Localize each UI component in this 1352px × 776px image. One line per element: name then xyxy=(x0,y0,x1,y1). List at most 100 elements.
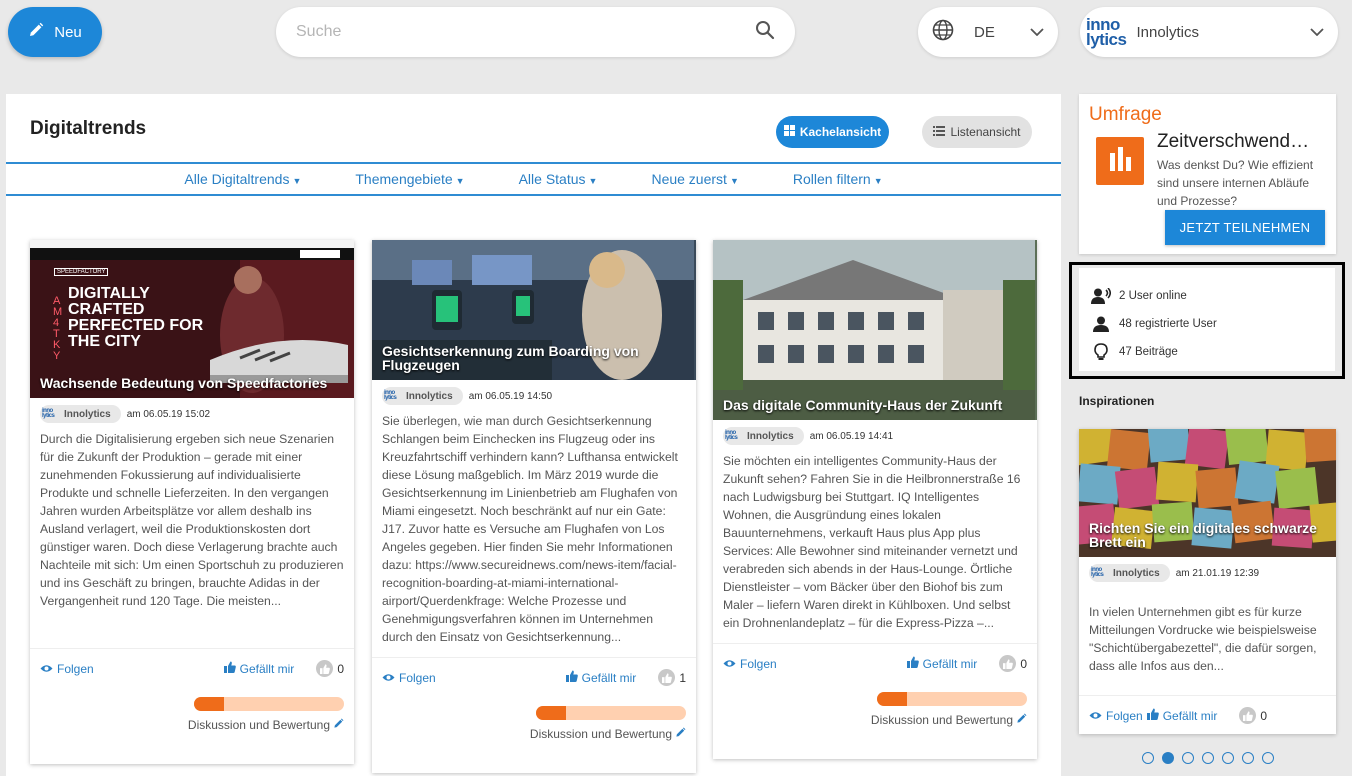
community-stats: 2 User online 48 registrierte User 47 Be… xyxy=(1069,262,1345,379)
discussion-link[interactable]: Diskussion und Bewertung xyxy=(530,727,686,741)
filter-sort[interactable]: Neue zuerst ▼ xyxy=(624,171,765,187)
chevron-down-icon xyxy=(1310,23,1324,41)
carousel-dot[interactable] xyxy=(1182,752,1194,764)
author-badge[interactable]: inno lytics Innolytics xyxy=(40,405,121,423)
author-badge[interactable]: inno lytics Innolytics xyxy=(382,387,463,405)
trend-card[interactable]: Das digitale Community-Haus der Zukunft … xyxy=(713,240,1037,759)
like-button[interactable]: Gefällt mir xyxy=(1146,708,1217,723)
card-meta: inno lytics Innolytics am 06.05.19 14:50 xyxy=(372,380,696,412)
filter-status[interactable]: Alle Status ▼ xyxy=(492,171,625,187)
card-image-speedfactory[interactable]: SPEEDFACTORY AM4TKY DIGITALLY CRAFTED PE… xyxy=(30,240,354,398)
rating-progress-fill xyxy=(536,706,566,720)
discussion-link[interactable]: Diskussion und Bewertung xyxy=(871,713,1027,727)
author-name: Innolytics xyxy=(747,430,794,442)
post-date: am 06.05.19 15:02 xyxy=(126,408,211,420)
rating-progress-fill xyxy=(194,697,224,711)
inspiration-title[interactable]: Richten Sie ein digitales schwarze Brett… xyxy=(1089,521,1326,549)
card-title[interactable]: Gesichtserkennung zum Boarding von Flugz… xyxy=(382,344,686,372)
card-meta: inno lytics Innolytics am 06.05.19 14:41 xyxy=(713,420,1037,452)
organization-selector[interactable]: inno lytics Innolytics xyxy=(1080,7,1338,57)
follow-button[interactable]: Folgen xyxy=(40,662,94,676)
grid-icon xyxy=(783,125,795,139)
list-view-button[interactable]: Listenansicht xyxy=(922,116,1032,148)
rating-progress xyxy=(536,706,686,720)
chevron-down-icon xyxy=(1030,23,1044,41)
user-online-icon xyxy=(1091,288,1111,304)
thumbs-up-icon xyxy=(223,661,236,676)
pencil-icon xyxy=(28,22,44,42)
filter-roles[interactable]: Rollen filtern ▼ xyxy=(766,171,910,187)
rating-progress xyxy=(194,697,344,711)
caret-down-icon: ▼ xyxy=(588,176,598,186)
follow-button[interactable]: Folgen xyxy=(382,671,436,685)
carousel-dot[interactable] xyxy=(1142,752,1154,764)
like-button[interactable]: Gefällt mir xyxy=(223,661,294,676)
caret-down-icon: ▼ xyxy=(873,176,883,186)
author-name: Innolytics xyxy=(406,390,453,402)
like-button[interactable]: Gefällt mir xyxy=(565,670,636,685)
caret-down-icon: ▼ xyxy=(455,176,465,186)
eye-icon xyxy=(723,657,736,671)
tile-view-button[interactable]: Kachelansicht xyxy=(776,116,889,148)
eye-icon xyxy=(382,671,395,685)
thumbs-up-icon xyxy=(999,655,1017,672)
language-selector[interactable]: DE xyxy=(918,7,1058,57)
card-actions: Folgen Gefällt mir 0 xyxy=(713,643,1037,683)
discussion-link[interactable]: Diskussion und Bewertung xyxy=(188,718,344,732)
carousel-dot[interactable] xyxy=(1202,752,1214,764)
trend-card[interactable]: Gesichtserkennung zum Boarding von Flugz… xyxy=(372,240,696,773)
innolytics-logo: inno lytics xyxy=(725,429,738,441)
card-description: Durch die Digitalisierung ergeben sich n… xyxy=(40,432,344,608)
survey-question: Zeitverschwendung xyxy=(1157,131,1317,152)
lightbulb-icon xyxy=(1091,343,1111,361)
author-badge[interactable]: inno lytics Innolytics xyxy=(1089,564,1170,582)
filter-all-trends[interactable]: Alle Digitaltrends ▼ xyxy=(157,171,328,187)
author-name: Innolytics xyxy=(1113,567,1160,579)
filter-topics[interactable]: Themengebiete ▼ xyxy=(328,171,491,187)
search-bar[interactable] xyxy=(276,7,795,57)
author-badge[interactable]: inno lytics Innolytics xyxy=(723,427,804,445)
participate-button[interactable]: JETZT TEILNEHMEN xyxy=(1165,210,1325,245)
card-image-sticky-notes[interactable]: Richten Sie ein digitales schwarze Brett… xyxy=(1079,429,1336,557)
search-icon[interactable] xyxy=(755,20,775,45)
card-title[interactable]: Das digitale Community-Haus der Zukunft xyxy=(723,398,1027,412)
survey-label: Umfrage xyxy=(1089,104,1162,125)
search-input[interactable] xyxy=(296,23,755,41)
thumbs-up-icon xyxy=(565,670,578,685)
carousel-dot[interactable] xyxy=(1162,752,1174,764)
carousel-dot[interactable] xyxy=(1262,752,1274,764)
globe-icon xyxy=(932,19,954,46)
inspiration-description: In vielen Unternehmen gibt es für kurze … xyxy=(1089,605,1317,673)
organization-name: Innolytics xyxy=(1136,23,1200,41)
bar-chart-icon xyxy=(1096,137,1144,185)
post-date: am 06.05.19 14:41 xyxy=(809,430,894,442)
trend-card[interactable]: SPEEDFACTORY AM4TKY DIGITALLY CRAFTED PE… xyxy=(30,240,354,764)
follow-button[interactable]: Folgen xyxy=(723,657,777,671)
card-description: Sie möchten ein intelligentes Community-… xyxy=(723,454,1021,630)
card-actions: Folgen Gefällt mir 0 xyxy=(30,648,354,688)
thumbs-up-icon xyxy=(906,656,919,671)
image-headline: DIGITALLY CRAFTED PERFECTED FOR THE CITY xyxy=(68,285,204,350)
image-brand-label: SPEEDFACTORY xyxy=(54,268,109,276)
thumbs-up-icon xyxy=(1146,708,1159,723)
card-image-airport[interactable]: Gesichtserkennung zum Boarding von Flugz… xyxy=(372,240,696,380)
carousel-dot[interactable] xyxy=(1242,752,1254,764)
rating-progress xyxy=(877,692,1027,706)
follow-button[interactable]: Folgen xyxy=(1089,709,1143,723)
card-meta: inno lytics Innolytics am 06.05.19 15:02 xyxy=(30,398,354,430)
list-icon xyxy=(933,125,946,139)
new-button[interactable]: Neu xyxy=(8,7,102,57)
card-image-house[interactable]: Das digitale Community-Haus der Zukunft xyxy=(713,240,1037,420)
inspiration-card[interactable]: Richten Sie ein digitales schwarze Brett… xyxy=(1079,429,1336,734)
card-actions: Folgen Gefällt mir 0 xyxy=(1079,695,1336,735)
inspirations-heading: Inspirationen xyxy=(1079,394,1155,408)
card-title[interactable]: Wachsende Bedeutung von Speedfactories xyxy=(40,376,344,390)
survey-widget: Umfrage Zeitverschwendung Was denkst Du?… xyxy=(1079,94,1336,254)
post-date: am 21.01.19 12:39 xyxy=(1175,567,1260,579)
like-button[interactable]: Gefällt mir xyxy=(906,656,977,671)
carousel-dot[interactable] xyxy=(1222,752,1234,764)
user-icon xyxy=(1091,316,1111,332)
pencil-icon xyxy=(675,727,686,741)
thumbs-up-icon xyxy=(316,660,334,677)
eye-icon xyxy=(40,662,53,676)
